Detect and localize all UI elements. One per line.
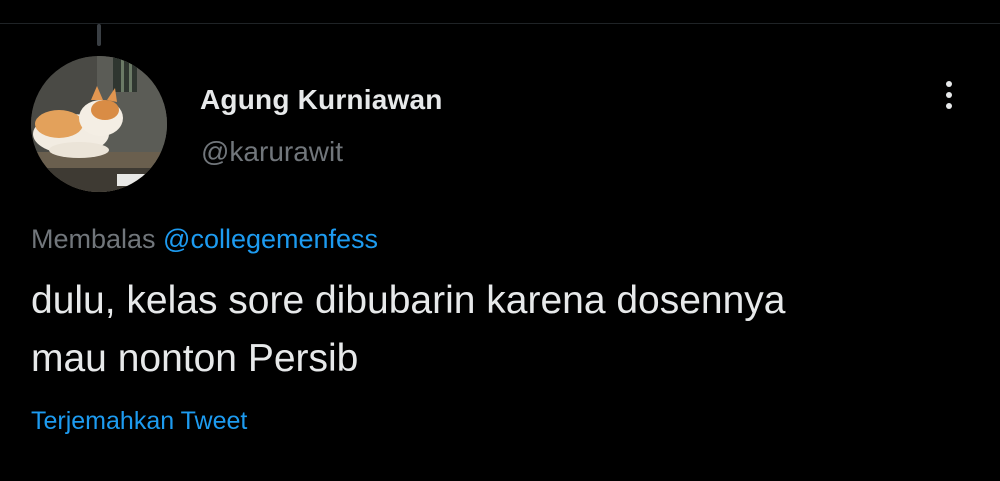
more-vertical-icon-dot (946, 92, 952, 98)
tweet-text: dulu, kelas sore dibubarin karena dosenn… (31, 272, 971, 388)
more-options-button[interactable] (926, 72, 972, 118)
replying-to-prefix: Membalas (31, 224, 164, 254)
avatar[interactable] (31, 56, 167, 192)
translate-tweet-link[interactable]: Terjemahkan Tweet (31, 407, 247, 436)
tweet-text-line: mau nonton Persib (31, 337, 359, 380)
top-divider (0, 23, 1000, 24)
author-display-name[interactable]: Agung Kurniawan (200, 84, 443, 116)
thread-connector-line (97, 24, 101, 46)
more-vertical-icon (946, 81, 952, 87)
author-handle[interactable]: @karurawit (201, 136, 343, 168)
more-vertical-icon-dot (946, 103, 952, 109)
reply-mention-link[interactable]: @collegemenfess (163, 224, 378, 254)
replying-to: Membalas @collegemenfess (31, 224, 378, 255)
cat-photo-icon (31, 56, 167, 192)
tweet-text-line: dulu, kelas sore dibubarin karena dosenn… (31, 279, 786, 322)
